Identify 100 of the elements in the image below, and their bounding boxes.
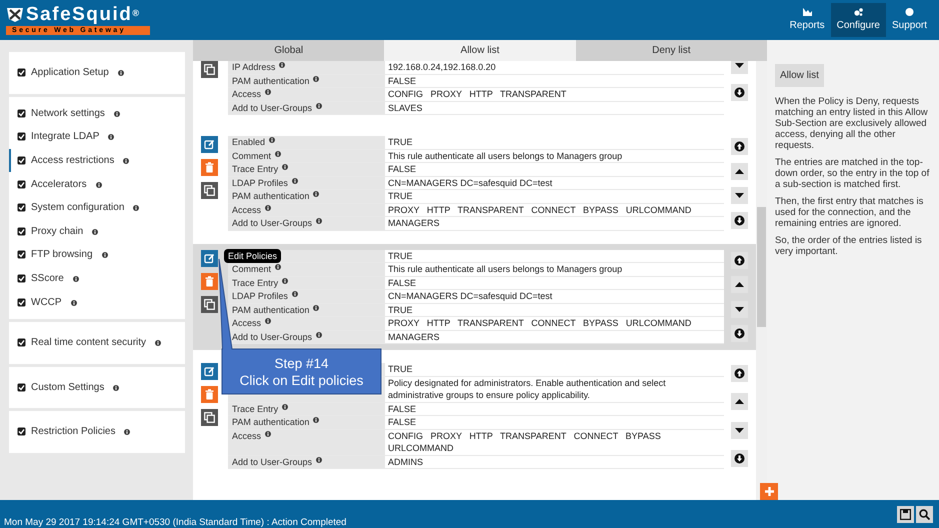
info-icon xyxy=(316,456,322,462)
menu-item-icon xyxy=(17,274,26,284)
nav-tab[interactable]: Configure xyxy=(830,3,886,37)
caret-down-icon xyxy=(735,63,744,68)
sidebar-item[interactable]: Accelerators xyxy=(9,172,185,196)
info-icon xyxy=(316,218,322,224)
field-value: MANAGERS xyxy=(388,332,440,342)
nav-tab[interactable]: Reports xyxy=(784,3,831,37)
move-down-button[interactable] xyxy=(731,422,748,439)
field-label: Add to User-Groups xyxy=(232,102,312,114)
field-label: Add to User-Groups xyxy=(232,217,312,230)
menu-item-icon xyxy=(17,180,26,189)
logo-icon xyxy=(6,7,24,23)
copy-button[interactable] xyxy=(201,409,218,426)
field-label: Trace Entry xyxy=(232,276,278,289)
nav-tab[interactable]: Support xyxy=(886,3,933,37)
arrow-down-circle-icon xyxy=(734,452,745,464)
info-icon xyxy=(113,384,120,391)
info-icon xyxy=(265,430,272,436)
info-icon xyxy=(265,89,272,95)
info-icon xyxy=(102,252,108,258)
menu-item-icon xyxy=(17,226,26,236)
info-icon xyxy=(265,204,272,210)
info-icon xyxy=(279,62,286,68)
move-up-button[interactable] xyxy=(731,393,748,410)
tab[interactable]: Deny list xyxy=(576,40,767,61)
delete-button[interactable] xyxy=(201,159,218,176)
move-to-top-button[interactable] xyxy=(731,252,748,268)
sidebar-item[interactable]: Application Setup xyxy=(9,61,185,85)
field-value: FALSE xyxy=(388,76,416,86)
copy-icon xyxy=(204,412,215,423)
info-icon xyxy=(316,102,322,108)
move-down-button[interactable] xyxy=(731,61,748,74)
move-up-button[interactable] xyxy=(731,162,748,180)
move-to-top-button[interactable] xyxy=(731,365,748,382)
info-icon xyxy=(96,182,102,188)
move-to-bottom-button[interactable] xyxy=(731,84,748,101)
move-up-button[interactable] xyxy=(731,276,748,293)
edit-icon xyxy=(204,366,215,377)
add-entry-button[interactable] xyxy=(760,483,778,500)
field-label: Comment xyxy=(232,263,272,276)
field-value: PROXY HTTP TRANSPARENT CONNECT BYPASS URLCOMMAND xyxy=(388,318,692,328)
move-to-bottom-button[interactable] xyxy=(731,450,748,467)
field-value: MANAGERS xyxy=(388,218,440,228)
sidebar-item[interactable]: Custom Settings xyxy=(9,376,185,400)
sidebar-item[interactable]: System configuration xyxy=(9,196,185,220)
field-label: PAM authentication xyxy=(232,74,310,87)
field-label: PAM authentication xyxy=(232,416,310,428)
sidebar-item[interactable]: Restriction Policies xyxy=(9,420,185,444)
sidebar-item[interactable]: FTP browsing xyxy=(9,243,185,267)
edit-button[interactable] xyxy=(201,136,218,153)
sidebar-item[interactable]: Proxy chain xyxy=(9,220,185,244)
move-to-top-button[interactable] xyxy=(731,138,748,155)
delete-button[interactable] xyxy=(201,386,218,403)
field-label: Add to User-Groups xyxy=(232,456,312,468)
field-label: Access xyxy=(232,317,262,330)
info-icon xyxy=(114,110,120,117)
copy-button[interactable] xyxy=(201,61,218,78)
sidebar-item[interactable]: WCCP xyxy=(9,290,185,314)
scrollbar[interactable] xyxy=(756,61,767,500)
plus-icon xyxy=(764,487,774,496)
field-value: This rule authenticate all users belongs to Managers group xyxy=(388,150,622,160)
search-button[interactable] xyxy=(916,506,933,522)
menu-item-icon xyxy=(17,156,26,166)
save-button[interactable] xyxy=(897,506,914,522)
menu-item-icon xyxy=(17,132,26,142)
menu-item-icon xyxy=(17,427,26,436)
field-value: CN=MANAGERS DC=safesquid DC=test xyxy=(388,178,552,188)
arrow-down-circle-icon xyxy=(734,87,745,98)
move-down-button[interactable] xyxy=(731,187,748,204)
edit-button[interactable] xyxy=(201,250,218,266)
sidebar-item[interactable]: Real time content security xyxy=(9,330,185,355)
caret-down-icon xyxy=(735,306,744,312)
info-icon xyxy=(313,417,320,423)
trash-icon xyxy=(205,276,214,286)
caret-down-icon xyxy=(735,193,744,198)
caret-up-icon xyxy=(735,168,744,174)
copy-button[interactable] xyxy=(201,296,218,312)
sidebar-item[interactable]: Access restrictions xyxy=(9,148,185,172)
move-to-bottom-button[interactable] xyxy=(731,325,748,342)
field-value: TRUE xyxy=(388,304,412,314)
sidebar-item[interactable]: SScore xyxy=(9,266,185,290)
move-down-button[interactable] xyxy=(731,300,748,318)
field-value: CONFIG PROXY HTTP TRANSPARENT xyxy=(388,89,566,99)
field-label: LDAP Profiles xyxy=(232,176,288,189)
copy-button[interactable] xyxy=(201,182,218,199)
info-icon xyxy=(123,158,130,164)
move-to-bottom-button[interactable] xyxy=(731,212,748,228)
help-title: Allow list xyxy=(775,64,824,87)
search-icon xyxy=(919,508,930,520)
sidebar-item[interactable]: Integrate LDAP xyxy=(9,125,185,149)
tab[interactable]: Allow list xyxy=(384,40,576,61)
sidebar-item[interactable]: Network settings xyxy=(9,102,185,126)
delete-button[interactable] xyxy=(201,272,218,290)
edit-button[interactable] xyxy=(201,363,218,380)
tab[interactable]: Global xyxy=(193,40,384,61)
scrollbar-thumb[interactable] xyxy=(757,207,766,327)
field-label: IP Address xyxy=(232,61,276,74)
caret-up-icon xyxy=(735,282,744,287)
field-value: CONFIG PROXY HTTP TRANSPARENT CONNECT BYPASS URLCOMMAND xyxy=(388,430,662,453)
